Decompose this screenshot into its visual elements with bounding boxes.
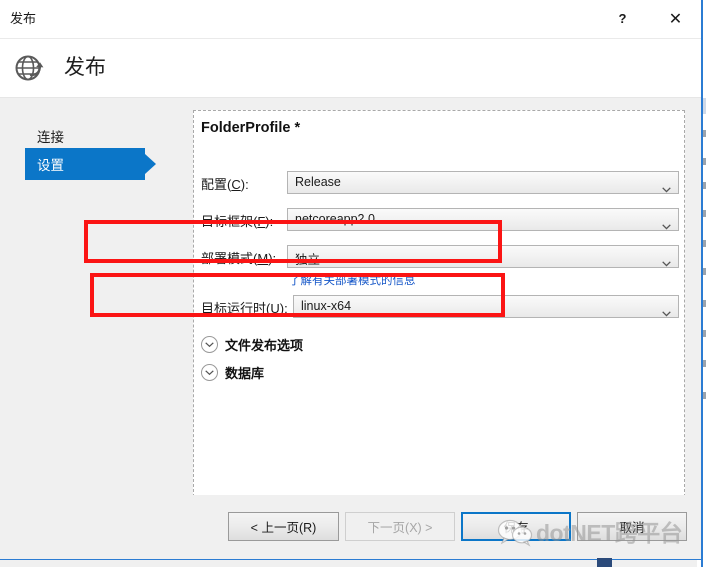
sidebar-item-settings[interactable]: 设置 [25, 148, 145, 180]
chevron-down-icon [662, 180, 671, 193]
target-runtime-label: 目标运行时(U): [201, 301, 288, 316]
publish-dialog: 发布 ? ✕ 发布 连接 设置 FolderProfile * 配置(C): R… [0, 0, 703, 560]
window-title: 发布 [10, 11, 37, 26]
expander-database[interactable]: 数据库 [201, 361, 264, 383]
save-button[interactable]: 保存 [461, 512, 571, 541]
publish-dialog-screenshot: 发布 ? ✕ 发布 连接 设置 FolderProfile * 配置(C): R… [0, 0, 706, 567]
field-row-target-runtime: 目标运行时(U): linux-x64 [194, 295, 686, 319]
title-bar: 发布 ? ✕ [0, 0, 701, 39]
field-row-deployment-mode: 部署模式(M): 独立 [194, 245, 686, 269]
target-framework-value: netcoreapp2.0 [295, 212, 375, 226]
chevron-down-circle-icon [201, 335, 218, 353]
chevron-down-icon [662, 254, 671, 267]
target-framework-combobox[interactable]: netcoreapp2.0 [287, 208, 679, 231]
target-framework-label: 目标框架(F): [201, 214, 274, 229]
sidebar-item-label: 设置 [37, 158, 64, 173]
dialog-header: 发布 [0, 39, 701, 98]
dialog-body: 连接 设置 FolderProfile * 配置(C): Release 目标框… [0, 98, 701, 559]
chevron-down-icon [662, 304, 671, 317]
configuration-value: Release [295, 175, 341, 189]
header-title: 发布 [64, 56, 106, 79]
chevron-down-circle-icon [201, 363, 218, 381]
cancel-button[interactable]: 取消 [577, 512, 687, 541]
deployment-mode-value: 独立 [295, 253, 321, 267]
field-row-target-framework: 目标框架(F): netcoreapp2.0 [194, 208, 686, 232]
target-runtime-combobox[interactable]: linux-x64 [293, 295, 679, 318]
field-row-configuration: 配置(C): Release [194, 171, 686, 195]
target-runtime-value: linux-x64 [301, 299, 352, 313]
sidebar-selection-pointer [145, 154, 156, 174]
chevron-down-icon [662, 217, 671, 230]
dialog-footer: < 上一页(R) 下一页(X) > 保存 取消 [0, 495, 701, 558]
deployment-mode-label: 部署模式(M): [201, 251, 277, 266]
profile-title: FolderProfile * [201, 120, 301, 136]
deployment-mode-combobox[interactable]: 独立 [287, 245, 679, 268]
deployment-mode-help-link[interactable]: 了解有关部署模式的信息 [289, 272, 416, 288]
expander-file-publish-options[interactable]: 文件发布选项 [201, 333, 303, 355]
help-button[interactable]: ? [600, 0, 645, 37]
configuration-combobox[interactable]: Release [287, 171, 679, 194]
expander-label: 数据库 [225, 365, 265, 381]
close-button[interactable]: ✕ [653, 0, 698, 37]
globe-publish-icon [13, 51, 47, 85]
next-button[interactable]: 下一页(X) > [345, 512, 455, 541]
sidebar-item-label: 连接 [37, 130, 64, 145]
background-taskbar-nub [597, 558, 612, 567]
previous-button[interactable]: < 上一页(R) [228, 512, 339, 541]
sidebar: 连接 设置 [0, 98, 185, 559]
configuration-label: 配置(C): [201, 177, 249, 192]
settings-panel: FolderProfile * 配置(C): Release 目标框架(F): [193, 110, 685, 497]
expander-label: 文件发布选项 [225, 337, 304, 353]
